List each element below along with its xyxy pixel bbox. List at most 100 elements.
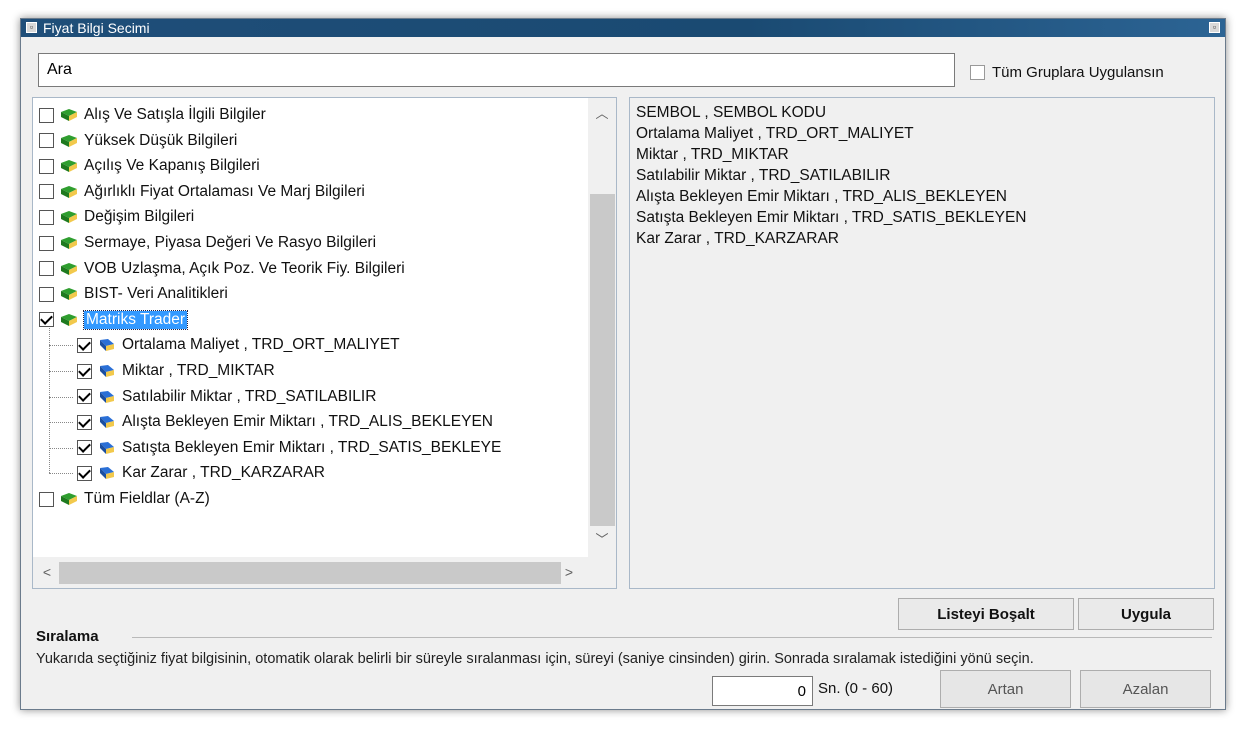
- tree-item-label: Kar Zarar , TRD_KARZARAR: [122, 464, 325, 482]
- apply-all-groups-label: Tüm Gruplara Uygulansın: [992, 63, 1164, 81]
- tree-checkbox[interactable]: [39, 286, 54, 302]
- sorting-divider: [132, 637, 1212, 638]
- clear-list-button[interactable]: Listeyi Boşalt: [898, 598, 1074, 630]
- tree-group-item[interactable]: Açılış Ve Kapanış Bilgileri: [39, 153, 260, 179]
- selected-field-item[interactable]: Miktar , TRD_MIKTAR: [636, 144, 1208, 165]
- tree-child-item[interactable]: Satılabilir Miktar , TRD_SATILABILIR: [77, 384, 376, 410]
- tree-group-item[interactable]: BIST- Veri Analitikleri: [39, 281, 228, 307]
- descending-button[interactable]: Azalan: [1080, 670, 1211, 708]
- tree-child-item[interactable]: Alışta Bekleyen Emir Miktarı , TRD_ALIS_…: [77, 409, 493, 435]
- vertical-scrollbar[interactable]: ︿ ﹀: [588, 98, 616, 557]
- tree-child-item[interactable]: Kar Zarar , TRD_KARZARAR: [77, 460, 325, 486]
- tree-checkbox[interactable]: [77, 363, 92, 379]
- scroll-up-icon[interactable]: ︿: [594, 106, 610, 122]
- ascending-button[interactable]: Artan: [940, 670, 1071, 708]
- tree-child-item[interactable]: Satışta Bekleyen Emir Miktarı , TRD_SATI…: [77, 435, 501, 461]
- green-book-icon: [60, 313, 78, 327]
- green-book-icon: [60, 108, 78, 122]
- title-bar: ▫ Fiyat Bilgi Secimi ▫: [21, 19, 1225, 37]
- selected-field-item[interactable]: Alışta Bekleyen Emir Miktarı , TRD_ALIS_…: [636, 186, 1208, 207]
- selected-field-item[interactable]: Satışta Bekleyen Emir Miktarı , TRD_SATI…: [636, 207, 1208, 228]
- tree-item-label: Alış Ve Satışla İlgili Bilgiler: [84, 106, 266, 123]
- tree-group-item[interactable]: Sermaye, Piyasa Değeri Ve Rasyo Bilgiler…: [39, 230, 376, 256]
- tree-checkbox[interactable]: [77, 414, 92, 430]
- green-book-icon: [60, 134, 78, 148]
- tree-connector: [49, 422, 73, 424]
- horizontal-scroll-thumb[interactable]: [59, 562, 561, 584]
- tree-child-item[interactable]: Miktar , TRD_MIKTAR: [77, 358, 275, 384]
- tree-group-item[interactable]: VOB Uzlaşma, Açık Poz. Ve Teorik Fiy. Bi…: [39, 256, 405, 282]
- blue-book-icon: [98, 441, 116, 455]
- apply-button[interactable]: Uygula: [1078, 598, 1214, 630]
- green-book-icon: [60, 185, 78, 199]
- tree-checkbox[interactable]: [39, 158, 54, 174]
- tree-checkbox[interactable]: [77, 465, 92, 481]
- tree-checkbox[interactable]: [77, 440, 92, 456]
- tree-checkbox[interactable]: [77, 337, 92, 353]
- tree-checkbox[interactable]: [39, 491, 54, 507]
- blue-book-icon: [98, 466, 116, 480]
- horizontal-scrollbar[interactable]: < >: [33, 557, 616, 588]
- tree-item-label: Alışta Bekleyen Emir Miktarı , TRD_ALIS_…: [122, 413, 493, 431]
- tree-item-label: Miktar , TRD_MIKTAR: [122, 362, 275, 379]
- window-title: Fiyat Bilgi Secimi: [43, 20, 150, 36]
- tree-item-label: Açılış Ve Kapanış Bilgileri: [84, 157, 260, 175]
- blue-book-icon: [98, 415, 116, 429]
- tree-item-label: Ağırlıklı Fiyat Ortalaması Ve Marj Bilgi…: [84, 182, 365, 200]
- seconds-input[interactable]: [712, 676, 813, 706]
- tree-checkbox[interactable]: [77, 389, 92, 405]
- tree-item-label: Ortalama Maliyet , TRD_ORT_MALIYET: [122, 336, 400, 354]
- tree-checkbox[interactable]: [39, 261, 54, 277]
- checkbox-icon[interactable]: [970, 64, 985, 80]
- scroll-down-icon[interactable]: ﹀: [594, 532, 610, 548]
- green-book-icon: [60, 262, 78, 276]
- green-book-icon: [60, 492, 78, 506]
- tree-item-label: Satılabilir Miktar , TRD_SATILABILIR: [122, 387, 377, 405]
- tree-child-item[interactable]: Ortalama Maliyet , TRD_ORT_MALIYET: [77, 332, 400, 358]
- tree-connector: [49, 345, 73, 347]
- tree-checkbox[interactable]: [39, 209, 54, 225]
- field-tree: Alış Ve Satışla İlgili Bilgiler Yüksek Dü…: [32, 97, 617, 589]
- scroll-left-icon[interactable]: <: [39, 563, 55, 581]
- apply-all-groups-checkbox[interactable]: Tüm Gruplara Uygulansın: [970, 62, 1164, 82]
- tree-checkbox[interactable]: [39, 133, 54, 149]
- selected-field-item[interactable]: SEMBOL , SEMBOL KODU: [636, 102, 1208, 123]
- tree-checkbox[interactable]: [39, 184, 54, 200]
- scroll-right-icon[interactable]: >: [561, 563, 577, 581]
- tree-group-item[interactable]: Alış Ve Satışla İlgili Bilgiler: [39, 102, 266, 128]
- blue-book-icon: [98, 390, 116, 404]
- tree-group-item-selected[interactable]: Matriks Trader: [39, 307, 189, 333]
- tree-item-label: Yüksek Düşük Bilgileri: [84, 131, 238, 149]
- selected-field-item[interactable]: Ortalama Maliyet , TRD_ORT_MALIYET: [636, 123, 1208, 144]
- selected-field-item[interactable]: Satılabilir Miktar , TRD_SATILABILIR: [636, 165, 1208, 186]
- tree-item-label: Satışta Bekleyen Emir Miktarı , TRD_SATI…: [122, 438, 502, 456]
- tree-group-item[interactable]: Değişim Bilgileri: [39, 204, 194, 230]
- tree-item-label: VOB Uzlaşma, Açık Poz. Ve Teorik Fiy. Bi…: [84, 259, 405, 277]
- tree-checkbox[interactable]: [39, 312, 54, 328]
- window-menu-icon[interactable]: ▫: [26, 22, 37, 33]
- tree-item-label: Matriks Trader: [82, 309, 189, 330]
- seconds-range-label: Sn. (0 - 60): [818, 680, 894, 697]
- tree-group-item[interactable]: Yüksek Düşük Bilgileri: [39, 128, 237, 154]
- tree-item-label: BIST- Veri Analitikleri: [84, 285, 228, 303]
- selected-field-item[interactable]: Kar Zarar , TRD_KARZARAR: [636, 228, 1208, 249]
- green-book-icon: [60, 236, 78, 250]
- tree-checkbox[interactable]: [39, 107, 54, 123]
- search-input[interactable]: [38, 53, 955, 87]
- green-book-icon: [60, 159, 78, 173]
- selected-fields-list[interactable]: SEMBOL , SEMBOL KODU Ortalama Maliyet , T…: [629, 97, 1215, 589]
- tree-checkbox[interactable]: [39, 235, 54, 251]
- tree-connector: [49, 371, 73, 372]
- blue-book-icon: [98, 364, 116, 378]
- sorting-description: Yukarıda seçtiğiniz fiyat bilgisinin, ot…: [36, 651, 1034, 667]
- tree-connector: [49, 447, 73, 449]
- vertical-scroll-thumb[interactable]: [590, 194, 615, 526]
- tree-group-item[interactable]: Ağırlıklı Fiyat Ortalaması Ve Marj Bilgi…: [39, 179, 365, 205]
- tree-item-label: Sermaye, Piyasa Değeri Ve Rasyo Bilgiler…: [84, 234, 377, 251]
- tree-connector: [49, 473, 73, 475]
- close-icon[interactable]: ▫: [1209, 22, 1220, 33]
- tree-connector: [49, 327, 50, 474]
- blue-book-icon: [98, 338, 116, 352]
- tree-item-label: Tüm Fieldlar (A-Z): [84, 490, 210, 507]
- tree-group-item[interactable]: Tüm Fieldlar (A-Z): [39, 486, 210, 512]
